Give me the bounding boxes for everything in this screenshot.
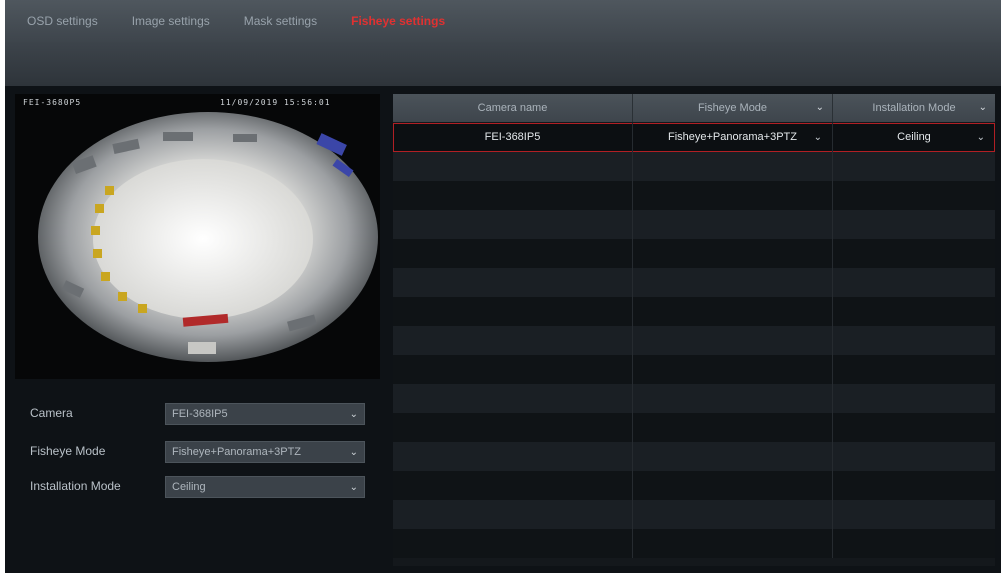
toolbar-strip bbox=[5, 42, 1001, 86]
table-cell bbox=[833, 471, 995, 500]
header-camera-name-label: Camera name bbox=[477, 102, 548, 114]
table-row bbox=[393, 529, 995, 558]
tab-bar: OSD settings Image settings Mask setting… bbox=[5, 0, 1001, 42]
table-cell bbox=[833, 210, 995, 239]
camera-preview: FEI-3680P5 11/09/2019 15:56:01 bbox=[15, 94, 380, 379]
table-cell bbox=[833, 355, 995, 384]
table-cell bbox=[393, 268, 633, 297]
camera-row: Camera FEI-368IP5 ⌄ bbox=[30, 403, 370, 425]
camera-select[interactable]: FEI-368IP5 ⌄ bbox=[165, 403, 365, 425]
installation-mode-select[interactable]: Ceiling ⌄ bbox=[165, 476, 365, 498]
header-installation-mode[interactable]: Installation Mode ⌄ bbox=[833, 94, 995, 122]
cell-installation-mode-value: Ceiling bbox=[897, 131, 931, 143]
camera-label: Camera bbox=[30, 406, 73, 420]
table-cell bbox=[833, 181, 995, 210]
header-installation-mode-label: Installation Mode bbox=[872, 102, 956, 114]
table-cell bbox=[633, 268, 833, 297]
table-cell bbox=[833, 268, 995, 297]
table-row[interactable]: FEI-368IP5 Fisheye+Panorama+3PTZ ⌄ Ceili… bbox=[393, 123, 995, 152]
table-cell bbox=[633, 413, 833, 442]
table-cell bbox=[633, 239, 833, 268]
table-cell bbox=[833, 384, 995, 413]
table-cell bbox=[633, 471, 833, 500]
table-cell bbox=[833, 413, 995, 442]
tab-mask-settings[interactable]: Mask settings bbox=[232, 14, 329, 28]
table-cell bbox=[833, 239, 995, 268]
fisheye-mode-select-value: Fisheye+Panorama+3PTZ bbox=[172, 446, 302, 458]
table-row bbox=[393, 181, 995, 210]
fisheye-mode-select[interactable]: Fisheye+Panorama+3PTZ ⌄ bbox=[165, 441, 365, 463]
table-row bbox=[393, 268, 995, 297]
table-cell bbox=[633, 500, 833, 529]
table-row bbox=[393, 442, 995, 471]
cell-camera-name: FEI-368IP5 bbox=[393, 123, 633, 152]
table-cell bbox=[833, 326, 995, 355]
table-cell bbox=[393, 442, 633, 471]
tab-fisheye-settings[interactable]: Fisheye settings bbox=[339, 14, 457, 28]
table-cell bbox=[633, 355, 833, 384]
installation-mode-label: Installation Mode bbox=[30, 479, 121, 493]
table-row bbox=[393, 239, 995, 268]
chevron-down-icon[interactable]: ⌄ bbox=[979, 94, 987, 122]
table-cell bbox=[393, 413, 633, 442]
table-cell bbox=[393, 181, 633, 210]
cell-fisheye-mode-value: Fisheye+Panorama+3PTZ bbox=[667, 131, 797, 143]
chevron-down-icon[interactable]: ⌄ bbox=[816, 94, 824, 122]
table-cell bbox=[833, 152, 995, 181]
cell-installation-mode[interactable]: Ceiling ⌄ bbox=[833, 123, 995, 152]
table-row bbox=[393, 413, 995, 442]
fisheye-mode-row: Fisheye Mode Fisheye+Panorama+3PTZ ⌄ bbox=[30, 441, 370, 463]
table-cell bbox=[633, 181, 833, 210]
table-cell bbox=[393, 355, 633, 384]
chevron-down-icon[interactable]: ⌄ bbox=[814, 123, 822, 152]
table-cell bbox=[833, 442, 995, 471]
table-cell bbox=[633, 384, 833, 413]
table-row bbox=[393, 210, 995, 239]
header-fisheye-mode[interactable]: Fisheye Mode ⌄ bbox=[633, 94, 833, 122]
fisheye-camera-table: Camera name Fisheye Mode ⌄ Installation … bbox=[393, 94, 995, 566]
table-cell bbox=[393, 384, 633, 413]
table-cell bbox=[393, 297, 633, 326]
table-cell bbox=[633, 442, 833, 471]
chevron-down-icon: ⌄ bbox=[349, 447, 358, 458]
cell-fisheye-mode[interactable]: Fisheye+Panorama+3PTZ ⌄ bbox=[633, 123, 833, 152]
table-row bbox=[393, 297, 995, 326]
chevron-down-icon[interactable]: ⌄ bbox=[977, 123, 985, 152]
fisheye-image bbox=[38, 112, 378, 362]
chevron-down-icon: ⌄ bbox=[349, 482, 358, 493]
header-fisheye-mode-label: Fisheye Mode bbox=[697, 102, 768, 114]
table-row bbox=[393, 500, 995, 529]
table-cell bbox=[633, 152, 833, 181]
table-cell bbox=[633, 210, 833, 239]
tab-osd-settings[interactable]: OSD settings bbox=[15, 14, 110, 28]
table-cell bbox=[633, 297, 833, 326]
table-row bbox=[393, 152, 995, 181]
table-cell bbox=[393, 529, 633, 558]
table-row bbox=[393, 471, 995, 500]
table-row bbox=[393, 384, 995, 413]
table-cell bbox=[393, 152, 633, 181]
header-camera-name: Camera name bbox=[393, 94, 633, 122]
table-row bbox=[393, 326, 995, 355]
table-cell bbox=[393, 471, 633, 500]
table-cell bbox=[633, 529, 833, 558]
tab-image-settings[interactable]: Image settings bbox=[120, 14, 222, 28]
table-cell bbox=[833, 529, 995, 558]
table-cell bbox=[833, 500, 995, 529]
table-cell bbox=[393, 239, 633, 268]
table-cell bbox=[833, 297, 995, 326]
table-cell bbox=[393, 210, 633, 239]
fisheye-settings-window: OSD settings Image settings Mask setting… bbox=[5, 0, 1001, 573]
table-header: Camera name Fisheye Mode ⌄ Installation … bbox=[393, 94, 995, 122]
table-cell bbox=[393, 326, 633, 355]
installation-mode-row: Installation Mode Ceiling ⌄ bbox=[30, 476, 370, 498]
table-cell bbox=[393, 500, 633, 529]
chevron-down-icon: ⌄ bbox=[349, 409, 358, 420]
camera-select-value: FEI-368IP5 bbox=[172, 408, 228, 420]
table-row bbox=[393, 355, 995, 384]
installation-mode-select-value: Ceiling bbox=[172, 481, 206, 493]
table-cell bbox=[633, 326, 833, 355]
fisheye-mode-label: Fisheye Mode bbox=[30, 444, 106, 458]
